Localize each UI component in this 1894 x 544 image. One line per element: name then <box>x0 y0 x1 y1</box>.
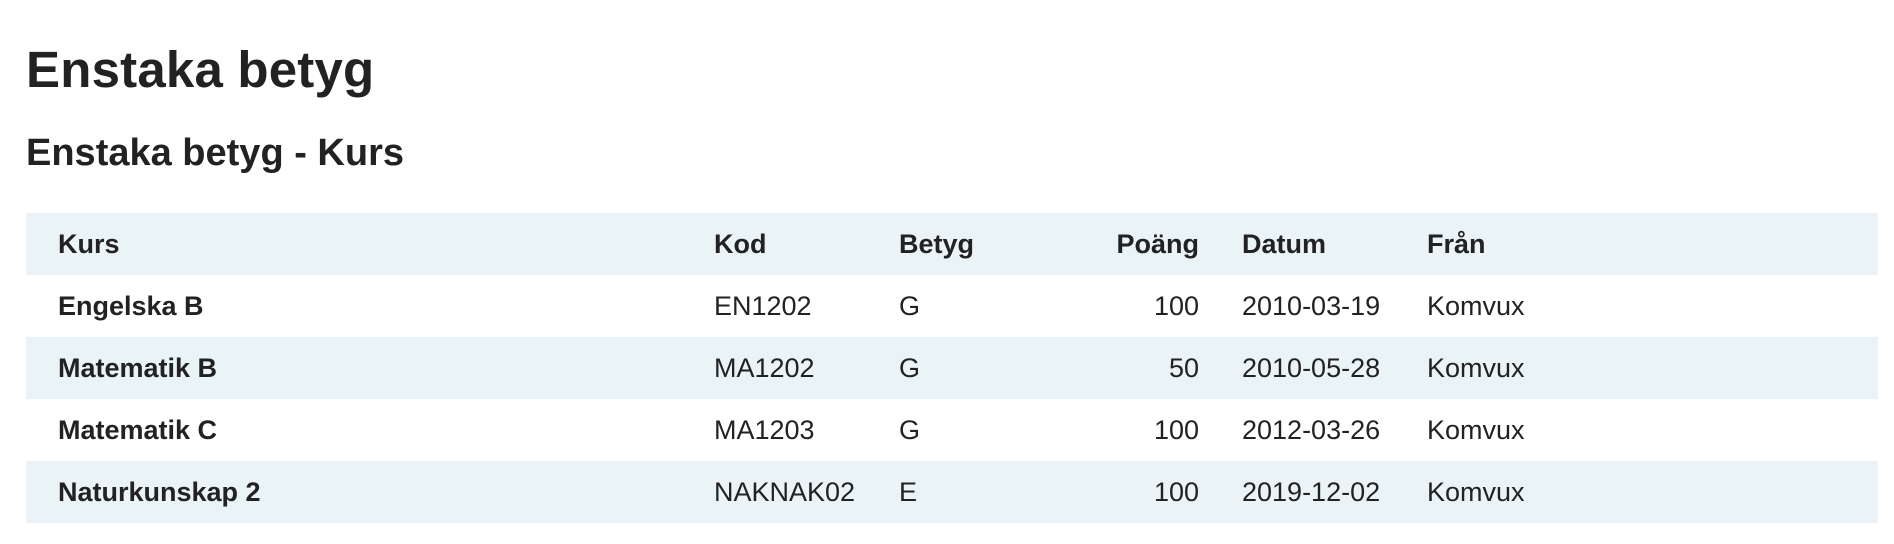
cell-spacer <box>1199 461 1242 523</box>
cell-kod: NAKNAK02 <box>714 476 856 507</box>
column-spacer <box>1199 213 1242 275</box>
cell-spacer <box>1199 399 1242 461</box>
cell-fran: Komvux <box>1427 290 1525 321</box>
grades-table: Kurs Kod Betyg Poäng Datum Från Engelska… <box>26 213 1878 523</box>
section-title: Enstaka betyg - Kurs <box>26 132 404 174</box>
page-title: Enstaka betyg <box>26 41 375 98</box>
table-row: Matematik C MA1203 G 100 2012-03-26 Komv… <box>26 399 1878 461</box>
cell-fran: Komvux <box>1427 414 1525 445</box>
cell-fran: Komvux <box>1427 476 1525 507</box>
cell-datum: 2010-05-28 <box>1242 352 1381 383</box>
cell-kurs: Matematik B <box>58 352 218 383</box>
cell-kurs: Naturkunskap 2 <box>58 476 261 507</box>
cell-betyg: G <box>899 290 921 321</box>
column-header-fran: Från <box>1427 228 1486 259</box>
cell-poang: 100 <box>1153 290 1199 321</box>
cell-datum: 2010-03-19 <box>1242 290 1381 321</box>
cell-poang: 50 <box>1168 352 1199 383</box>
column-header-kurs: Kurs <box>58 228 120 259</box>
column-header-betyg: Betyg <box>899 228 975 259</box>
cell-spacer <box>1199 275 1242 337</box>
column-header-kod: Kod <box>714 228 767 259</box>
table-row: Naturkunskap 2 NAKNAK02 E 100 2019-12-02… <box>26 461 1878 523</box>
cell-kod: EN1202 <box>714 290 812 321</box>
table-row: Matematik B MA1202 G 50 2010-05-28 Komvu… <box>26 337 1878 399</box>
cell-poang: 100 <box>1153 414 1199 445</box>
cell-kod: MA1203 <box>714 414 815 445</box>
cell-kod: MA1202 <box>714 352 815 383</box>
table-row: Engelska B EN1202 G 100 2010-03-19 Komvu… <box>26 275 1878 337</box>
cell-kurs: Engelska B <box>58 290 204 321</box>
cell-betyg: G <box>899 352 921 383</box>
cell-fran: Komvux <box>1427 352 1525 383</box>
cell-datum: 2012-03-26 <box>1242 414 1381 445</box>
table-header-row: Kurs Kod Betyg Poäng Datum Från <box>26 213 1878 275</box>
cell-kurs: Matematik C <box>58 414 218 445</box>
cell-spacer <box>1199 337 1242 399</box>
cell-betyg: G <box>899 414 921 445</box>
cell-betyg: E <box>899 476 918 507</box>
cell-datum: 2019-12-02 <box>1242 476 1381 507</box>
page: Enstaka betyg Enstaka betyg - Kurs Kurs … <box>0 0 1894 544</box>
cell-poang: 100 <box>1153 476 1199 507</box>
column-header-poang: Poäng <box>1116 228 1199 259</box>
column-header-datum: Datum <box>1242 228 1327 259</box>
